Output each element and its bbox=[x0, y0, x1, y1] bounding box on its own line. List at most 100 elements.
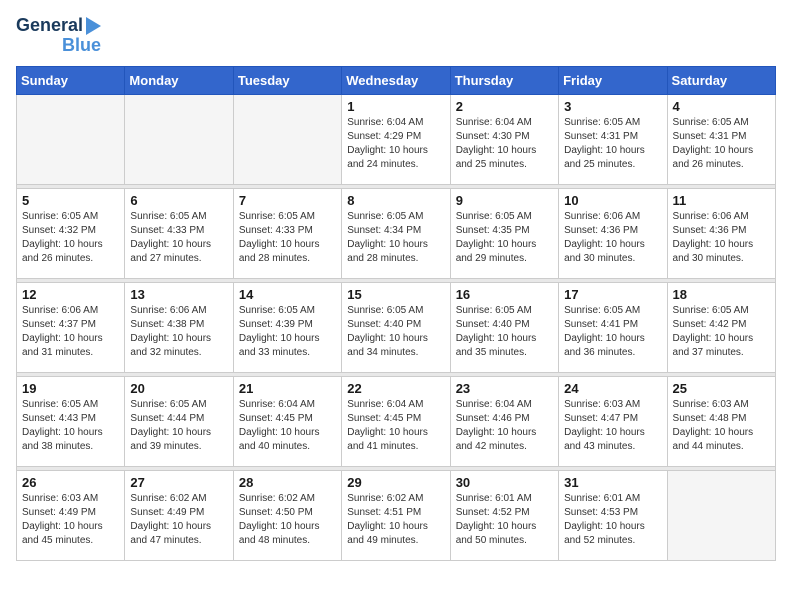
calendar-cell: 20 Sunrise: 6:05 AM Sunset: 4:44 PM Dayli… bbox=[125, 376, 233, 466]
calendar-cell: 6Sunrise: 6:05 AM Sunset: 4:33 PM Daylig… bbox=[125, 188, 233, 278]
day-info: Sunrise: 6:05 AM Sunset: 4:42 PM Dayligh… bbox=[673, 304, 770, 360]
day-number: 13 bbox=[130, 287, 227, 302]
day-info: Sunrise: 6:05 AM Sunset: 4:35 PM Dayligh… bbox=[456, 210, 553, 266]
logo-arrow-icon bbox=[86, 17, 101, 35]
day-info: Sunrise: 6:05 AM Sunset: 4:39 PM Dayligh… bbox=[239, 304, 336, 360]
calendar-week-row: 12 Sunrise: 6:06 AM Sunset: 4:37 PM Dayli… bbox=[17, 282, 776, 372]
calendar-header-row: SundayMondayTuesdayWednesdayThursdayFrid… bbox=[17, 66, 776, 94]
day-number: 29 bbox=[347, 475, 444, 490]
logo: General Blue bbox=[16, 16, 101, 56]
day-info: Sunrise: 6:06 AM Sunset: 4:36 PM Dayligh… bbox=[564, 210, 661, 266]
day-number: 11 bbox=[673, 193, 770, 208]
calendar-cell: 10 Sunrise: 6:06 AM Sunset: 4:36 PM Dayli… bbox=[559, 188, 667, 278]
calendar-cell bbox=[125, 94, 233, 184]
calendar-cell: 2Sunrise: 6:04 AM Sunset: 4:30 PM Daylig… bbox=[450, 94, 558, 184]
calendar-cell: 12 Sunrise: 6:06 AM Sunset: 4:37 PM Dayli… bbox=[17, 282, 125, 372]
day-info: Sunrise: 6:05 AM Sunset: 4:31 PM Dayligh… bbox=[673, 116, 770, 172]
day-number: 19 bbox=[22, 381, 119, 396]
day-info: Sunrise: 6:05 AM Sunset: 4:31 PM Dayligh… bbox=[564, 116, 661, 172]
calendar-cell: 25 Sunrise: 6:03 AM Sunset: 4:48 PM Dayli… bbox=[667, 376, 775, 466]
calendar-cell bbox=[667, 470, 775, 560]
day-number: 7 bbox=[239, 193, 336, 208]
day-number: 25 bbox=[673, 381, 770, 396]
day-number: 21 bbox=[239, 381, 336, 396]
calendar-cell: 11 Sunrise: 6:06 AM Sunset: 4:36 PM Dayli… bbox=[667, 188, 775, 278]
logo-text-line1: General bbox=[16, 16, 83, 36]
day-of-week-header: Saturday bbox=[667, 66, 775, 94]
day-number: 26 bbox=[22, 475, 119, 490]
calendar-table: SundayMondayTuesdayWednesdayThursdayFrid… bbox=[16, 66, 776, 561]
day-info: Sunrise: 6:01 AM Sunset: 4:52 PM Dayligh… bbox=[456, 492, 553, 548]
calendar-cell: 26 Sunrise: 6:03 AM Sunset: 4:49 PM Dayli… bbox=[17, 470, 125, 560]
calendar-week-row: 1 Sunrise: 6:04 AM Sunset: 4:29 PM Daylig… bbox=[17, 94, 776, 184]
day-info: Sunrise: 6:04 AM Sunset: 4:29 PM Dayligh… bbox=[347, 116, 444, 172]
day-number: 30 bbox=[456, 475, 553, 490]
day-info: Sunrise: 6:05 AM Sunset: 4:33 PM Dayligh… bbox=[239, 210, 336, 266]
calendar-cell: 30 Sunrise: 6:01 AM Sunset: 4:52 PM Dayli… bbox=[450, 470, 558, 560]
calendar-cell: 7 Sunrise: 6:05 AM Sunset: 4:33 PM Daylig… bbox=[233, 188, 341, 278]
day-info: Sunrise: 6:05 AM Sunset: 4:41 PM Dayligh… bbox=[564, 304, 661, 360]
day-number: 6 bbox=[130, 193, 227, 208]
calendar-cell: 23Sunrise: 6:04 AM Sunset: 4:46 PM Dayli… bbox=[450, 376, 558, 466]
day-info: Sunrise: 6:05 AM Sunset: 4:44 PM Dayligh… bbox=[130, 398, 227, 454]
calendar-cell: 13 Sunrise: 6:06 AM Sunset: 4:38 PM Dayli… bbox=[125, 282, 233, 372]
day-of-week-header: Wednesday bbox=[342, 66, 450, 94]
day-number: 24 bbox=[564, 381, 661, 396]
day-number: 1 bbox=[347, 99, 444, 114]
calendar-week-row: 26 Sunrise: 6:03 AM Sunset: 4:49 PM Dayli… bbox=[17, 470, 776, 560]
day-info: Sunrise: 6:05 AM Sunset: 4:43 PM Dayligh… bbox=[22, 398, 119, 454]
calendar-cell: 21 Sunrise: 6:04 AM Sunset: 4:45 PM Dayli… bbox=[233, 376, 341, 466]
calendar-cell: 31 Sunrise: 6:01 AM Sunset: 4:53 PM Dayli… bbox=[559, 470, 667, 560]
day-info: Sunrise: 6:03 AM Sunset: 4:47 PM Dayligh… bbox=[564, 398, 661, 454]
day-number: 23 bbox=[456, 381, 553, 396]
day-number: 15 bbox=[347, 287, 444, 302]
day-info: Sunrise: 6:04 AM Sunset: 4:45 PM Dayligh… bbox=[347, 398, 444, 454]
day-of-week-header: Monday bbox=[125, 66, 233, 94]
day-info: Sunrise: 6:05 AM Sunset: 4:34 PM Dayligh… bbox=[347, 210, 444, 266]
day-of-week-header: Tuesday bbox=[233, 66, 341, 94]
day-info: Sunrise: 6:02 AM Sunset: 4:50 PM Dayligh… bbox=[239, 492, 336, 548]
day-number: 20 bbox=[130, 381, 227, 396]
day-number: 16 bbox=[456, 287, 553, 302]
calendar-cell: 1 Sunrise: 6:04 AM Sunset: 4:29 PM Daylig… bbox=[342, 94, 450, 184]
day-number: 10 bbox=[564, 193, 661, 208]
day-number: 12 bbox=[22, 287, 119, 302]
day-number: 31 bbox=[564, 475, 661, 490]
day-number: 9 bbox=[456, 193, 553, 208]
calendar-week-row: 19 Sunrise: 6:05 AM Sunset: 4:43 PM Dayli… bbox=[17, 376, 776, 466]
day-info: Sunrise: 6:03 AM Sunset: 4:48 PM Dayligh… bbox=[673, 398, 770, 454]
day-info: Sunrise: 6:02 AM Sunset: 4:49 PM Dayligh… bbox=[130, 492, 227, 548]
calendar-cell: 14 Sunrise: 6:05 AM Sunset: 4:39 PM Dayli… bbox=[233, 282, 341, 372]
calendar-cell: 15 Sunrise: 6:05 AM Sunset: 4:40 PM Dayli… bbox=[342, 282, 450, 372]
day-number: 27 bbox=[130, 475, 227, 490]
calendar-cell bbox=[233, 94, 341, 184]
day-info: Sunrise: 6:01 AM Sunset: 4:53 PM Dayligh… bbox=[564, 492, 661, 548]
calendar-cell: 24 Sunrise: 6:03 AM Sunset: 4:47 PM Dayli… bbox=[559, 376, 667, 466]
day-info: Sunrise: 6:03 AM Sunset: 4:49 PM Dayligh… bbox=[22, 492, 119, 548]
day-of-week-header: Friday bbox=[559, 66, 667, 94]
calendar-cell: 16 Sunrise: 6:05 AM Sunset: 4:40 PM Dayli… bbox=[450, 282, 558, 372]
logo-text-line2: Blue bbox=[62, 36, 101, 56]
calendar-cell: 5Sunrise: 6:05 AM Sunset: 4:32 PM Daylig… bbox=[17, 188, 125, 278]
day-info: Sunrise: 6:06 AM Sunset: 4:37 PM Dayligh… bbox=[22, 304, 119, 360]
calendar-cell: 27 Sunrise: 6:02 AM Sunset: 4:49 PM Dayli… bbox=[125, 470, 233, 560]
day-info: Sunrise: 6:05 AM Sunset: 4:40 PM Dayligh… bbox=[347, 304, 444, 360]
day-number: 3 bbox=[564, 99, 661, 114]
day-info: Sunrise: 6:04 AM Sunset: 4:45 PM Dayligh… bbox=[239, 398, 336, 454]
calendar-cell bbox=[17, 94, 125, 184]
day-of-week-header: Thursday bbox=[450, 66, 558, 94]
day-info: Sunrise: 6:06 AM Sunset: 4:38 PM Dayligh… bbox=[130, 304, 227, 360]
day-number: 22 bbox=[347, 381, 444, 396]
day-info: Sunrise: 6:05 AM Sunset: 4:40 PM Dayligh… bbox=[456, 304, 553, 360]
page-header: General Blue bbox=[16, 16, 776, 56]
day-number: 8 bbox=[347, 193, 444, 208]
calendar-cell: 8 Sunrise: 6:05 AM Sunset: 4:34 PM Daylig… bbox=[342, 188, 450, 278]
calendar-cell: 4Sunrise: 6:05 AM Sunset: 4:31 PM Daylig… bbox=[667, 94, 775, 184]
calendar-cell: 29 Sunrise: 6:02 AM Sunset: 4:51 PM Dayli… bbox=[342, 470, 450, 560]
day-info: Sunrise: 6:02 AM Sunset: 4:51 PM Dayligh… bbox=[347, 492, 444, 548]
day-info: Sunrise: 6:06 AM Sunset: 4:36 PM Dayligh… bbox=[673, 210, 770, 266]
calendar-cell: 18Sunrise: 6:05 AM Sunset: 4:42 PM Dayli… bbox=[667, 282, 775, 372]
day-number: 14 bbox=[239, 287, 336, 302]
calendar-week-row: 5Sunrise: 6:05 AM Sunset: 4:32 PM Daylig… bbox=[17, 188, 776, 278]
day-info: Sunrise: 6:05 AM Sunset: 4:32 PM Dayligh… bbox=[22, 210, 119, 266]
